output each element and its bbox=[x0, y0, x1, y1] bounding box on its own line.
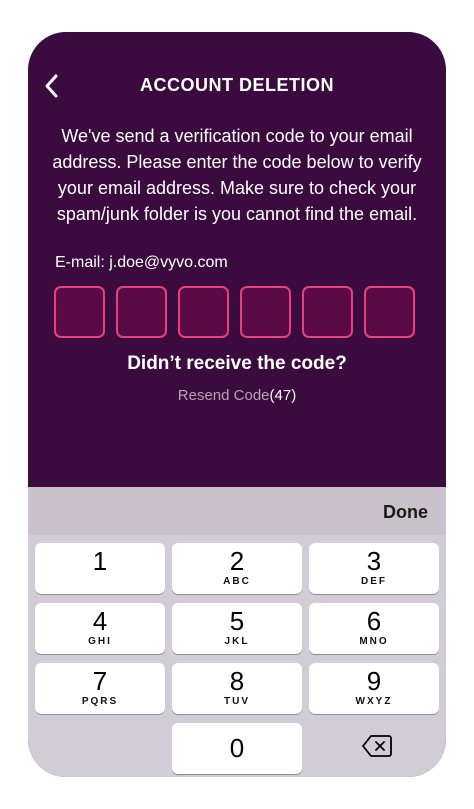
key-digit: 0 bbox=[229, 733, 245, 763]
key-digit: 8 bbox=[229, 666, 245, 696]
code-digit-1[interactable] bbox=[54, 286, 105, 338]
key-1[interactable]: 1 bbox=[35, 543, 165, 594]
code-input-group bbox=[54, 286, 421, 342]
key-letters: TUV bbox=[224, 696, 250, 707]
numeric-keyboard: Done 1 2 ABC 3 DEF 4 GHI 5 JKL 6 MNO 7 P… bbox=[28, 487, 446, 777]
key-digit: 4 bbox=[92, 606, 108, 636]
code-digit-2[interactable] bbox=[116, 286, 167, 338]
key-9[interactable]: 9 WXYZ bbox=[309, 663, 439, 714]
code-digit-5[interactable] bbox=[302, 286, 353, 338]
keyboard-toolbar: Done bbox=[28, 487, 446, 535]
code-digit-3[interactable] bbox=[178, 286, 229, 338]
key-digit: 5 bbox=[229, 606, 245, 636]
key-letters: MNO bbox=[359, 636, 389, 647]
key-letters: JKL bbox=[224, 636, 250, 647]
backspace-icon[interactable] bbox=[362, 734, 392, 758]
account-deletion-screen: ACCOUNT DELETION We've send a verificati… bbox=[28, 32, 446, 777]
key-digit: 6 bbox=[366, 606, 382, 636]
key-digit: 2 bbox=[229, 546, 245, 576]
key-letters: PQRS bbox=[81, 696, 119, 707]
done-button[interactable]: Done bbox=[383, 502, 428, 523]
key-letters: DEF bbox=[361, 576, 387, 587]
key-2[interactable]: 2 ABC bbox=[172, 543, 302, 594]
key-4[interactable]: 4 GHI bbox=[35, 603, 165, 654]
key-letters: GHI bbox=[88, 636, 112, 647]
key-7[interactable]: 7 PQRS bbox=[35, 663, 165, 714]
resend-row: Resend Code(47) bbox=[28, 387, 446, 404]
resend-code-link[interactable]: Resend Code bbox=[178, 387, 270, 404]
key-3[interactable]: 3 DEF bbox=[309, 543, 439, 594]
key-5[interactable]: 5 JKL bbox=[172, 603, 302, 654]
key-8[interactable]: 8 TUV bbox=[172, 663, 302, 714]
key-digit: 3 bbox=[366, 546, 382, 576]
verification-description: We've send a verification code to your e… bbox=[52, 126, 422, 224]
resend-countdown: (47) bbox=[269, 387, 297, 404]
key-digit: 1 bbox=[92, 546, 108, 576]
key-0[interactable]: 0 bbox=[172, 723, 302, 774]
key-6[interactable]: 6 MNO bbox=[309, 603, 439, 654]
key-letters: ABC bbox=[223, 576, 251, 587]
key-letters: WXYZ bbox=[355, 696, 393, 707]
key-digit: 7 bbox=[92, 666, 108, 696]
key-digit: 9 bbox=[366, 666, 382, 696]
code-digit-6[interactable] bbox=[364, 286, 415, 338]
code-digit-4[interactable] bbox=[240, 286, 291, 338]
page-title: ACCOUNT DELETION bbox=[140, 75, 334, 95]
email-label: E-mail: j.doe@vyvo.com bbox=[55, 254, 228, 271]
no-code-prompt: Didn’t receive the code? bbox=[127, 353, 347, 374]
